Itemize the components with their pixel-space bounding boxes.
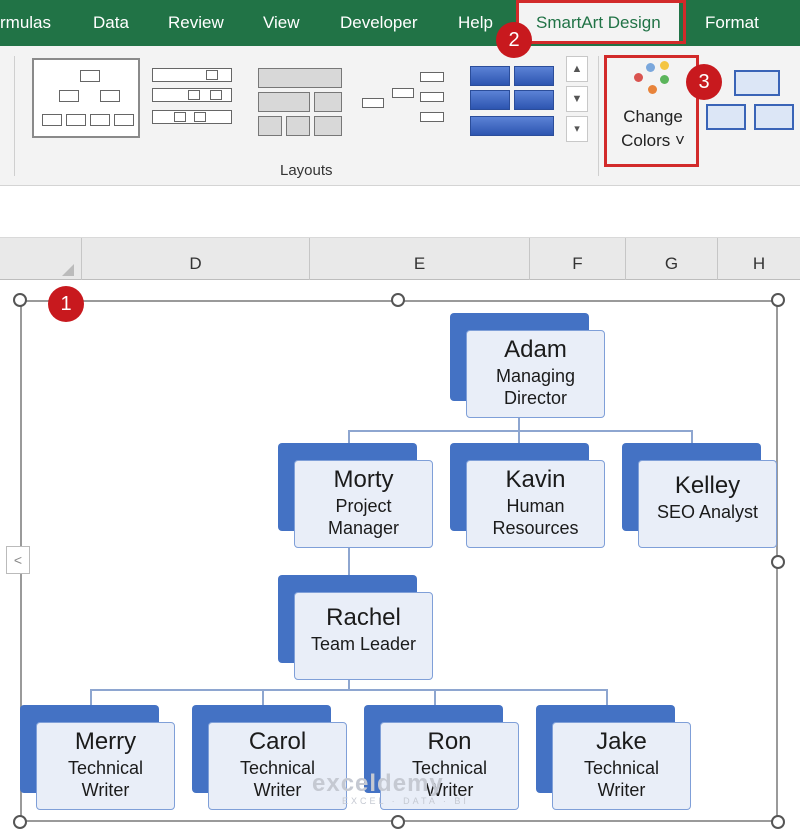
node-name: Kavin [505, 466, 566, 493]
layouts-scroll-up-button[interactable]: ▲ [566, 56, 588, 82]
node-role: Technical [583, 758, 660, 778]
tab-developer[interactable]: Developer [340, 0, 418, 46]
tab-formulas[interactable]: rmulas [0, 0, 51, 46]
node-name: Rachel [326, 604, 401, 631]
connector-line [518, 430, 520, 444]
connector-line [348, 430, 350, 444]
node-name: Adam [504, 336, 567, 363]
resize-handle[interactable] [13, 293, 27, 307]
org-node-kavin[interactable]: Kavin Human Resources [450, 443, 605, 548]
row-header-corner[interactable] [0, 238, 82, 280]
column-header-d[interactable]: D [82, 238, 310, 280]
connector-line [691, 430, 693, 444]
node-role: Technical [67, 758, 144, 778]
node-name: Carol [248, 728, 307, 755]
layout-hierarchy-3[interactable] [256, 58, 364, 138]
watermark-tagline: EXCEL · DATA · BI [342, 796, 469, 806]
step-badge: 2 [496, 22, 532, 58]
resize-handle[interactable] [391, 815, 405, 829]
text-pane-toggle-button[interactable]: < [6, 546, 30, 574]
resize-handle[interactable] [771, 293, 785, 307]
formula-bar-area [0, 186, 800, 238]
node-role: Director [503, 388, 567, 408]
node-role: Managing [495, 366, 576, 386]
layouts-scroll-down-button[interactable]: ▼ [566, 86, 588, 112]
layout-horizontal-hierarchy[interactable] [360, 58, 468, 138]
resize-handle[interactable] [771, 555, 785, 569]
resize-handle[interactable] [771, 815, 785, 829]
connector-line [434, 689, 436, 705]
node-role: Writer [597, 780, 646, 800]
org-node-merry[interactable]: Merry Technical Writer [20, 705, 175, 810]
org-node-kelley[interactable]: Kelley SEO Analyst [622, 443, 777, 548]
node-role: Resources [492, 518, 579, 538]
layout-hierarchy-1[interactable] [32, 58, 140, 138]
node-role: Team Leader [310, 634, 417, 654]
resize-handle[interactable] [13, 815, 27, 829]
watermark-logo: exceldemy EXCEL · DATA · BI [312, 770, 466, 806]
step-badge: 1 [48, 286, 84, 322]
layouts-group-label: Layouts [280, 162, 333, 179]
ribbon-separator [598, 56, 599, 176]
connector-line [90, 689, 608, 691]
tab-format[interactable]: Format [705, 0, 759, 46]
node-name: Morty [333, 466, 394, 493]
node-role: Project [335, 496, 392, 516]
node-role: SEO Analyst [656, 502, 759, 522]
node-name: Merry [74, 728, 137, 755]
connector-line [348, 548, 350, 576]
column-header-row: D E F G H [0, 238, 800, 280]
resize-handle[interactable] [391, 293, 405, 307]
layout-blue-hierarchy[interactable] [468, 58, 576, 138]
column-header-g[interactable]: G [626, 238, 718, 280]
ribbon-separator [14, 56, 15, 176]
connector-line [262, 689, 264, 705]
org-node-adam[interactable]: Adam Managing Director [450, 313, 605, 418]
column-header-h[interactable]: H [718, 238, 800, 280]
column-header-f[interactable]: F [530, 238, 626, 280]
node-name: Jake [596, 728, 647, 755]
connector-line [606, 689, 608, 705]
step-badge: 3 [686, 64, 722, 100]
node-role: Writer [81, 780, 130, 800]
highlight-smartart-tab [516, 0, 686, 44]
org-node-morty[interactable]: Morty Project Manager [278, 443, 433, 548]
layouts-more-button[interactable]: ▾ [566, 116, 588, 142]
tab-help[interactable]: Help [458, 0, 493, 46]
org-node-jake[interactable]: Jake Technical Writer [536, 705, 691, 810]
node-name: Kelley [674, 472, 741, 499]
tab-review[interactable]: Review [168, 0, 224, 46]
org-node-rachel[interactable]: Rachel Team Leader [278, 575, 433, 680]
connector-line [90, 689, 92, 705]
watermark-brand: exceldemy [312, 770, 444, 797]
column-header-e[interactable]: E [310, 238, 530, 280]
node-role: Manager [327, 518, 400, 538]
tab-view[interactable]: View [263, 0, 300, 46]
highlight-change-colors [604, 55, 699, 167]
layout-hierarchy-2[interactable] [148, 58, 256, 138]
connector-line [518, 417, 520, 431]
node-role: Human [506, 496, 565, 516]
tab-data[interactable]: Data [93, 0, 129, 46]
node-name: Ron [427, 728, 472, 755]
connector-line [348, 430, 693, 432]
